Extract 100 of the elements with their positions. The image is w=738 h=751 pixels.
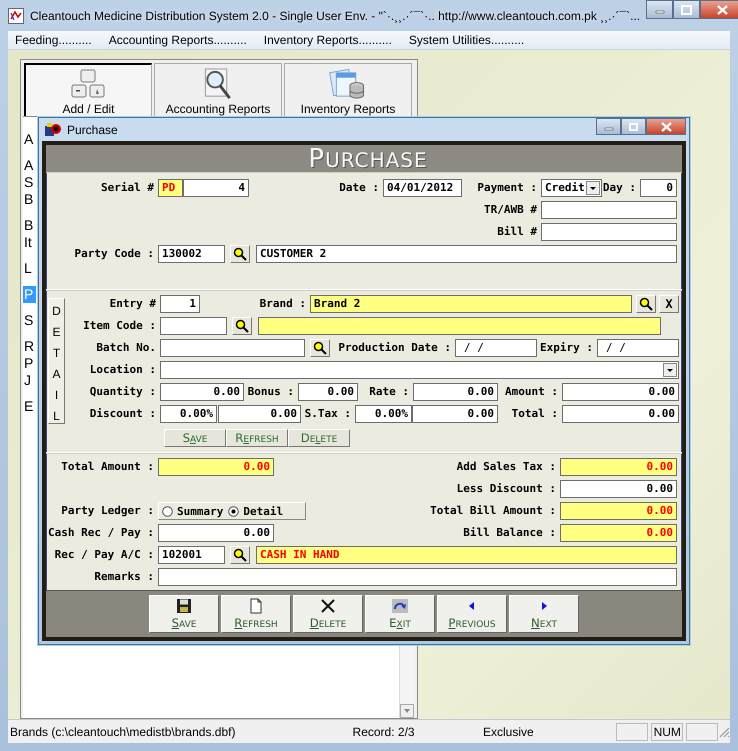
total-field[interactable]: 0.00 xyxy=(562,405,679,423)
toolbar-button[interactable]: PREVIOUS xyxy=(437,595,507,633)
radio-option[interactable]: Summary xyxy=(162,504,224,518)
location-dropdown[interactable] xyxy=(160,361,679,379)
total-bill-field[interactable]: 0.00 xyxy=(560,502,677,520)
field-label: Entry # xyxy=(108,296,157,312)
total-amount-field[interactable]: 0.00 xyxy=(158,458,274,476)
field-label: Total Bill Amount : xyxy=(429,503,557,519)
list-item[interactable]: S xyxy=(23,312,34,329)
item-name-field[interactable] xyxy=(258,317,661,335)
field-label: TR/AWB # xyxy=(483,202,538,218)
restore-button[interactable] xyxy=(621,118,646,135)
less-discount-field[interactable]: 0.00 xyxy=(560,480,677,498)
scroll-down-icon[interactable] xyxy=(400,704,414,718)
detail-button[interactable]: DELETE xyxy=(288,429,350,447)
resize-grip-icon[interactable] xyxy=(718,726,730,738)
field-label: Date : xyxy=(338,180,380,196)
field-label: Serial # xyxy=(100,180,155,196)
discount-field[interactable]: 0.00 xyxy=(218,405,301,423)
restore-icon xyxy=(628,122,639,132)
date-field[interactable]: 04/01/2012 xyxy=(383,179,462,197)
remarks-field[interactable] xyxy=(158,568,677,586)
detail-tab[interactable]: DETAIL xyxy=(48,298,65,424)
field-label: Total Amount : xyxy=(60,459,155,475)
field-label: Bill Balance : xyxy=(462,525,557,541)
field-label: Discount : xyxy=(88,406,157,422)
search-icon xyxy=(235,319,249,333)
list-item[interactable]: B It xyxy=(23,217,34,251)
menu-item[interactable]: Feeding.......... xyxy=(8,33,99,47)
field-label: Bonus : xyxy=(246,384,295,400)
field-label: Rate : xyxy=(368,384,410,400)
detail-button[interactable]: SAVE xyxy=(164,429,226,447)
field-label: Batch No. xyxy=(95,340,157,356)
tr-awb-field[interactable] xyxy=(541,201,677,219)
search-button[interactable] xyxy=(636,295,656,313)
batch-field[interactable] xyxy=(160,339,305,357)
field-label: Expiry : xyxy=(539,340,594,356)
list-item[interactable]: A xyxy=(23,131,34,148)
payment-dropdown[interactable]: Credit xyxy=(541,179,602,197)
module-tab[interactable]: Inventory Reports xyxy=(284,63,412,116)
toolbar-button[interactable]: NEXT xyxy=(509,595,579,633)
party-code-field[interactable]: 130002 xyxy=(158,245,225,263)
sales-tax-field[interactable]: 0.00 xyxy=(412,405,498,423)
rate-field[interactable]: 0.00 xyxy=(413,383,498,401)
detail-button[interactable]: REFRESH xyxy=(226,429,288,447)
search-button[interactable] xyxy=(232,317,252,335)
search-icon xyxy=(233,247,247,261)
field-label: Less Discount : xyxy=(456,481,557,497)
menu-item[interactable]: Inventory Reports.......... xyxy=(256,33,399,47)
toolbar-button[interactable]: SAVE xyxy=(149,595,219,633)
field-label: Party Ledger : xyxy=(60,503,155,519)
search-button[interactable] xyxy=(310,339,330,357)
maximize-button[interactable] xyxy=(673,0,700,19)
field-label: Payment : xyxy=(476,180,538,196)
cash-field[interactable]: 0.00 xyxy=(158,524,274,542)
menu-item[interactable]: Accounting Reports.......... xyxy=(102,33,254,47)
amount-field[interactable]: 0.00 xyxy=(562,383,679,401)
field-label: Bill # xyxy=(496,224,538,240)
production-date-field[interactable]: / / xyxy=(455,339,537,357)
minimize-button[interactable] xyxy=(596,118,621,135)
module-tab[interactable]: Accounting Reports xyxy=(154,63,282,116)
status-pane: NUM xyxy=(651,722,684,740)
sales-tax-total-field[interactable]: 0.00 xyxy=(560,458,677,476)
menu-item[interactable]: System Utilities.......... xyxy=(402,33,532,47)
clear-button[interactable]: X xyxy=(659,295,679,313)
serial-field[interactable]: 4 xyxy=(183,179,249,197)
form-heading: PURCHASE xyxy=(308,144,428,174)
field-label: Rec / Pay A/C : xyxy=(54,547,155,563)
account-name-field[interactable]: CASH IN HAND xyxy=(256,546,677,564)
close-button[interactable] xyxy=(700,0,738,19)
bill-balance-field[interactable]: 0.00 xyxy=(560,524,677,542)
search-button[interactable] xyxy=(230,546,250,564)
day-field[interactable]: 0 xyxy=(640,179,677,197)
account-code-field[interactable]: 102001 xyxy=(158,546,225,564)
delete-icon xyxy=(320,598,336,614)
toolbar-button[interactable]: DELETE xyxy=(293,595,363,633)
discount-percent-field[interactable]: 0.00% xyxy=(160,405,217,423)
item-code-field[interactable] xyxy=(160,317,227,335)
toolbar-button[interactable]: REFRESH xyxy=(221,595,291,633)
entry-field[interactable]: 1 xyxy=(160,295,200,313)
minimize-button[interactable] xyxy=(646,0,674,19)
list-item[interactable]: R P J xyxy=(23,338,36,389)
radio-option[interactable]: Detail xyxy=(228,504,284,518)
list-item[interactable]: E xyxy=(23,398,34,415)
field-label: Day : xyxy=(602,180,637,196)
list-item[interactable]: L xyxy=(23,260,33,277)
module-tab[interactable]: Add / Edit xyxy=(24,63,152,116)
party-name-field[interactable]: CUSTOMER 2 xyxy=(256,245,677,263)
list-item[interactable]: A S B xyxy=(23,157,34,208)
toolbar-button[interactable]: EXIT xyxy=(365,595,435,633)
sales-tax-percent-field[interactable]: 0.00% xyxy=(355,405,412,423)
brand-field[interactable]: Brand 2 xyxy=(310,295,632,313)
field-label: Party Code : xyxy=(74,246,155,262)
bonus-field[interactable]: 0.00 xyxy=(298,383,358,401)
search-button[interactable] xyxy=(230,245,250,263)
bill-field[interactable] xyxy=(541,223,677,241)
close-button[interactable] xyxy=(646,118,686,135)
prefix-field[interactable]: PD xyxy=(158,179,183,197)
expiry-field[interactable]: / / xyxy=(597,339,679,357)
quantity-field[interactable]: 0.00 xyxy=(160,383,244,401)
